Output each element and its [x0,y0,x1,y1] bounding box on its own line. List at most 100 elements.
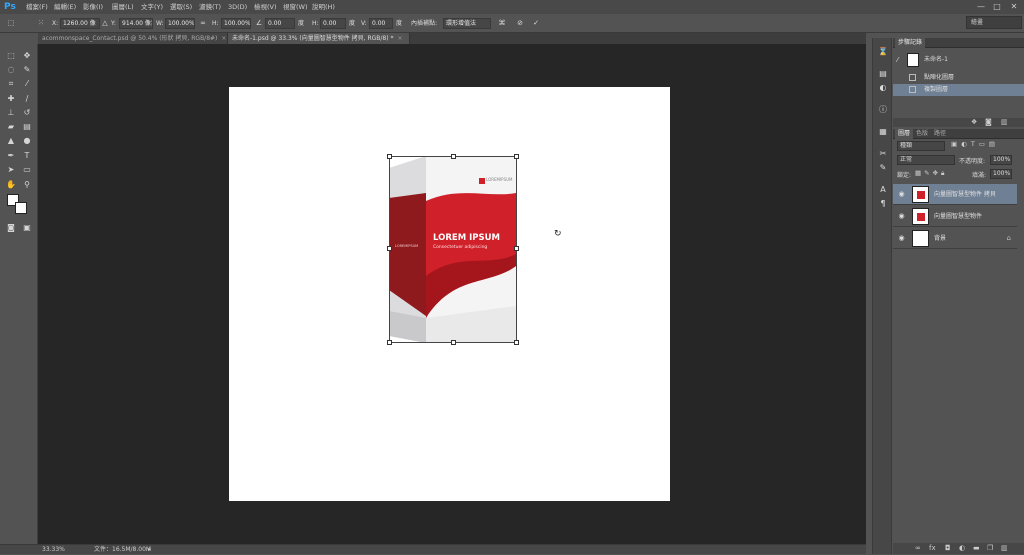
visibility-eye-icon[interactable]: ◉ [897,190,906,199]
paragraph-icon[interactable]: ¶ [876,198,890,209]
stamp-tool-icon[interactable]: ⊥ [4,107,18,118]
move-tool-icon[interactable]: ✥ [20,50,34,61]
trash-icon[interactable]: ▥ [1001,118,1008,126]
menu-type[interactable]: 文字(Y) [141,2,163,12]
marquee-tool-icon[interactable]: ⬚ [4,50,18,61]
zoom-tool-icon[interactable]: ⚲ [20,179,34,190]
adjustment-layer-icon[interactable]: ◐ [959,544,965,552]
close-tab-icon[interactable]: × [398,35,403,42]
brush-tool-icon[interactable]: ∕ [20,93,34,104]
transform-tool-icon[interactable]: ⬚ [6,18,16,29]
lock-icons[interactable]: ▦✎✥🔒︎ [915,169,948,178]
delete-layer-icon[interactable]: ▥ [1001,544,1008,552]
new-document-icon[interactable]: ❖ [971,118,977,126]
quick-select-tool-icon[interactable]: ✎ [20,64,34,75]
folder-icon[interactable]: ▬ [973,544,980,552]
tab-channels[interactable]: 色版 [913,129,931,139]
warp-icon[interactable]: ⌘ [497,18,507,29]
menu-filter[interactable]: 濾鏡(T) [199,2,221,12]
new-layer-icon[interactable]: ❐ [987,544,993,552]
close-tab-icon[interactable]: × [221,35,226,42]
healing-tool-icon[interactable]: ✚ [4,93,18,104]
eraser-tool-icon[interactable]: ▰ [4,121,18,132]
snapshot-camera-icon[interactable]: ◙ [985,118,992,126]
relative-position-icon[interactable]: △ [100,18,110,29]
actions-icon[interactable]: ▤ [876,68,890,79]
x-field[interactable]: 1260.00 像 [60,18,100,29]
transform-bounding-box[interactable] [389,156,517,343]
interpolation-select[interactable]: 環形增值法 [443,18,491,29]
tab-layers[interactable]: 圖層 [895,129,914,139]
link-layers-icon[interactable]: ∞ [915,544,921,552]
tab-paths[interactable]: 路徑 [931,129,949,139]
blur-tool-icon[interactable]: ▲ [4,135,18,146]
pen-tool-icon[interactable]: ✒ [4,150,18,161]
hskew-field[interactable]: 0.00 [320,18,346,29]
menu-image[interactable]: 影像(I) [83,2,103,12]
menu-view[interactable]: 檢視(V) [254,2,277,12]
menu-select[interactable]: 選取(S) [170,2,192,12]
menu-window[interactable]: 視窗(W) [283,2,308,12]
handle-top-right[interactable] [514,154,519,159]
lasso-tool-icon[interactable]: ◌ [4,64,18,75]
close-button[interactable]: ✕ [1008,1,1020,12]
w-field[interactable]: 100.00% [165,18,195,29]
maximize-button[interactable]: □ [991,1,1003,12]
handle-middle-left[interactable] [387,246,392,251]
vskew-field[interactable]: 0.00 [369,18,393,29]
tab-history[interactable]: 步驟記錄 [895,38,926,48]
minimize-button[interactable]: — [975,1,987,12]
workspace-select[interactable]: 繪畫 [966,16,1022,29]
blend-mode-select[interactable]: 正常 [897,155,955,165]
gradient-tool-icon[interactable]: ▤ [20,121,34,132]
menu-layer[interactable]: 圖層(L) [112,2,134,12]
visibility-eye-icon[interactable]: ◉ [897,212,906,221]
visibility-eye-icon[interactable]: ◉ [897,234,906,243]
handle-bottom-right[interactable] [514,340,519,345]
y-field[interactable]: 914.00 像素 [119,18,153,29]
hand-tool-icon[interactable]: ✋ [4,179,18,190]
layer-row[interactable]: ◉ 向量圖智慧型物件 拷貝 [893,184,1017,205]
fill-field[interactable]: 100% [990,169,1012,179]
layer-filter-select[interactable]: 種類 [897,141,945,151]
adjustments-icon[interactable]: ◐ [876,82,890,93]
shape-tool-icon[interactable]: ▭ [20,164,34,175]
history-row-rasterize[interactable]: 點陣化圖層 [893,72,1024,84]
tab-untitled[interactable]: 未命名-1.psd @ 33.3% (向量圖智慧型物件 拷貝, RGB/8) *… [228,33,410,44]
menu-help[interactable]: 說明(H) [312,2,335,12]
history-row-duplicate[interactable]: 複製圖層 [893,84,1024,96]
mask-icon[interactable]: ◘ [945,544,951,552]
link-icon[interactable]: ∞ [198,18,208,29]
handle-top-middle[interactable] [451,154,456,159]
character-icon[interactable]: A [876,184,890,195]
filter-icons[interactable]: ▣◐T▭▤ [951,140,999,148]
dodge-tool-icon[interactable]: ● [20,135,34,146]
opacity-field[interactable]: 100% [990,155,1012,165]
menu-3d[interactable]: 3D(D) [228,2,247,12]
menu-file[interactable]: 檔案(F) [26,2,48,12]
handle-bottom-middle[interactable] [451,340,456,345]
handle-bottom-left[interactable] [387,340,392,345]
cancel-transform-icon[interactable]: ⊘ [515,18,525,29]
menu-edit[interactable]: 編輯(E) [54,2,76,12]
layer-row[interactable]: ◉ 背景 ⌂ [893,228,1017,249]
tab-acommonspace[interactable]: acommonspace_Contact.psd @ 50.4% (形狀 拷貝,… [38,33,228,44]
fx-icon[interactable]: fx [929,544,936,552]
eyedropper-tool-icon[interactable]: ⁄ [20,78,34,89]
swatches-icon[interactable]: ▦ [876,126,890,137]
reference-point-icon[interactable]: ⁙ [36,18,46,29]
history-brush-tool-icon[interactable]: ↺ [20,107,34,118]
handle-middle-right[interactable] [514,246,519,251]
layer-row[interactable]: ◉ 向量圖智慧型物件 [893,206,1017,227]
h-field[interactable]: 100.00% [221,18,251,29]
properties-icon[interactable]: ⓘ [876,104,890,115]
tools-preset-icon[interactable]: ✂ [876,148,890,159]
type-tool-icon[interactable]: T [20,150,34,161]
path-select-tool-icon[interactable]: ➤ [4,164,18,175]
crop-tool-icon[interactable]: ⌗ [4,78,18,89]
quick-mask-icon[interactable]: ◙ [4,222,18,233]
brush-preset-icon[interactable]: ✎ [876,162,890,173]
commit-transform-icon[interactable]: ✓ [531,18,541,29]
handle-top-left[interactable] [387,154,392,159]
history-snapshot[interactable]: ⁄ 未命名-1 [893,50,1024,70]
